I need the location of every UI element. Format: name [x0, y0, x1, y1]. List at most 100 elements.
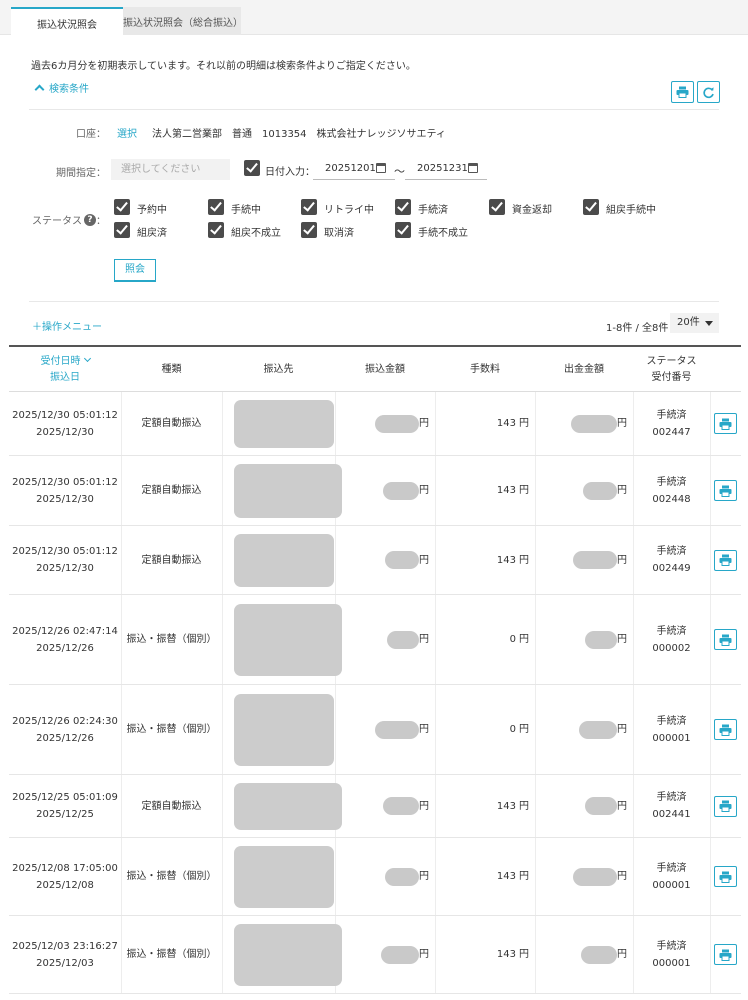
status-checkbox[interactable]: [489, 199, 505, 215]
currency-unit: 円: [617, 724, 627, 735]
status-value: 手続済: [656, 862, 687, 874]
currency-unit: 円: [519, 485, 529, 496]
destination-cell: [222, 685, 335, 774]
row-print-button[interactable]: [714, 866, 737, 887]
fee: 143 円: [435, 392, 535, 455]
help-icon[interactable]: ?: [84, 213, 96, 226]
date-from-field[interactable]: 20251201: [313, 160, 395, 180]
out-amount: 円: [535, 456, 633, 525]
fee-value: 143: [496, 871, 516, 882]
currency-unit: 円: [617, 418, 627, 429]
status-checkbox-label: 取消済: [324, 228, 354, 239]
status-checkbox-label: 手続中: [231, 205, 261, 216]
period-select[interactable]: 選択してください: [111, 159, 230, 180]
date-input-checkbox[interactable]: [244, 160, 260, 176]
transfer-date: 2025/12/08: [36, 879, 94, 891]
print-button[interactable]: [671, 81, 694, 103]
row-print-button[interactable]: [714, 413, 737, 434]
redacted-amount: [383, 481, 419, 500]
transfer-type: 振込・振替（個別）: [126, 949, 217, 960]
search-button[interactable]: 照会: [114, 259, 156, 282]
transfer-amount: 円: [335, 526, 435, 594]
redacted-amount: [381, 945, 419, 964]
search-conditions-toggle[interactable]: 検索条件: [34, 80, 89, 95]
table-body: 2025/12/30 05:01:12 2025/12/30 定額自動振込円 143 円…: [9, 392, 741, 994]
out-amount: 円: [535, 916, 633, 993]
redacted-amount: [375, 414, 419, 433]
transfer-amount: 円: [335, 916, 435, 993]
out-amount: 円: [535, 595, 633, 684]
redacted-amount: [583, 481, 617, 500]
fee: 143 円: [435, 916, 535, 993]
row-print-button[interactable]: [714, 795, 737, 817]
redacted-amount: [585, 797, 617, 815]
accepted-datetime: 2025/12/30 05:01:12: [12, 476, 118, 488]
status-checkbox[interactable]: [583, 199, 599, 215]
transfer-amount: 円: [335, 392, 435, 455]
header-number-label: 受付番号: [651, 371, 692, 383]
status-label-text: ステータス: [32, 216, 82, 227]
status-checkbox[interactable]: [395, 199, 411, 215]
refresh-icon: [703, 86, 714, 98]
redacted-destination: [234, 924, 342, 986]
redacted-amount: [581, 945, 617, 964]
per-page-select[interactable]: 20件: [670, 313, 719, 333]
account-select-link[interactable]: 選択: [117, 125, 137, 140]
row-print-button[interactable]: [714, 944, 737, 965]
caret-down-icon: [705, 321, 713, 326]
currency-unit: 円: [419, 724, 429, 735]
header-accepted-date[interactable]: 受付日時 振込日: [9, 347, 121, 392]
header-transfer-date-label: 振込日: [50, 371, 80, 383]
divider: [29, 109, 719, 110]
result-count: 1-8件 / 全8件: [606, 323, 669, 334]
status-value: 手続済: [656, 715, 687, 727]
status-checkbox[interactable]: [208, 199, 224, 215]
header-fee: 手数料: [470, 363, 500, 375]
tab-transfer-status-bulk[interactable]: 振込状況照会（総合振込）: [123, 7, 243, 35]
currency-unit: 円: [617, 871, 627, 882]
printer-icon: [719, 485, 732, 497]
redacted-destination: [234, 783, 342, 830]
status-cell: 手続済 000001: [633, 838, 710, 915]
print-cell: [710, 838, 741, 915]
redacted-destination: [234, 400, 334, 448]
printer-icon: [719, 800, 732, 812]
row-print-button[interactable]: [714, 549, 737, 571]
redacted-destination: [234, 846, 334, 908]
calendar-icon[interactable]: [376, 163, 386, 173]
transfer-date: 2025/12/26: [36, 642, 94, 654]
redacted-amount: [375, 720, 419, 739]
status-checkbox[interactable]: [301, 222, 317, 238]
row-print-button[interactable]: [714, 480, 737, 501]
destination-cell: [222, 775, 342, 837]
tab-bar: 振込状況照会 振込状況照会（総合振込）: [0, 0, 748, 35]
redacted-destination: [234, 604, 342, 676]
status-value: 手続済: [656, 940, 687, 952]
status-checkbox[interactable]: [208, 222, 224, 238]
tab-transfer-status[interactable]: 振込状況照会: [11, 7, 123, 35]
fee-value: 143: [496, 800, 516, 812]
status-checkbox[interactable]: [395, 222, 411, 238]
status-checkbox-label: 資金返却: [512, 205, 552, 216]
row-print-button[interactable]: [714, 629, 737, 650]
refresh-button[interactable]: [697, 81, 720, 103]
status-checkbox[interactable]: [114, 199, 130, 215]
sort-desc-icon: [83, 354, 91, 362]
status-checkbox[interactable]: [114, 222, 130, 238]
operation-menu-link[interactable]: ＋操作メニュー: [32, 318, 102, 333]
table-row: 2025/12/25 05:01:09 2025/12/25 定額自動振込円 143 円…: [9, 775, 741, 838]
status-checkbox[interactable]: [301, 199, 317, 215]
out-amount: 円: [535, 775, 633, 837]
redacted-amount: [573, 551, 617, 569]
date-to-field[interactable]: 20251231: [405, 160, 487, 180]
table-row: 2025/12/30 05:01:12 2025/12/30 定額自動振込円 143 円…: [9, 456, 741, 526]
row-print-button[interactable]: [714, 719, 737, 740]
fee-value: 0: [509, 724, 516, 735]
date-input-label: 日付入力：: [265, 167, 315, 178]
header-accepted-label: 受付日時: [40, 355, 81, 367]
receipt-number: 002441: [652, 809, 691, 820]
transfer-type: 振込・振替（個別）: [126, 724, 217, 735]
cell-dates: 2025/12/03 23:16:27 2025/12/03: [9, 916, 121, 993]
calendar-icon[interactable]: [468, 163, 478, 173]
print-cell: [710, 456, 741, 525]
